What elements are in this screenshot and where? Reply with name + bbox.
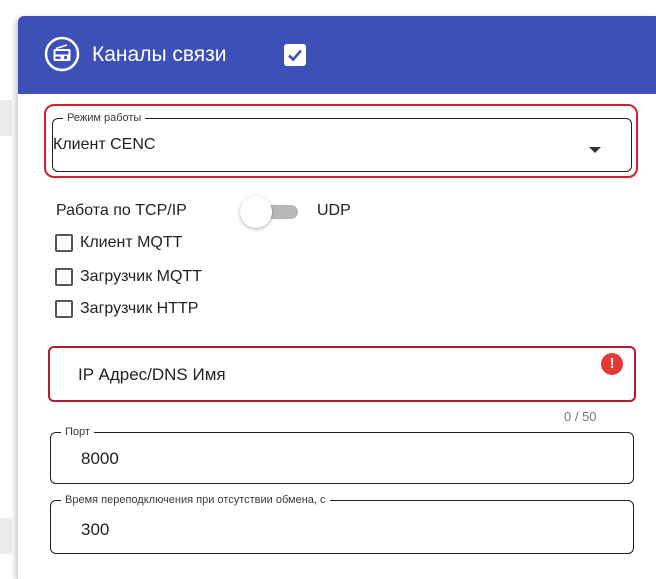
option-label-mqtt-loader: Загрузчик MQTT bbox=[80, 268, 202, 285]
port-value: 8000 bbox=[81, 449, 119, 468]
radio-icon bbox=[44, 36, 80, 72]
checkbox-http-loader[interactable] bbox=[55, 300, 73, 318]
mode-select[interactable]: Режим работы Клиент CENC bbox=[52, 111, 632, 172]
check-icon bbox=[288, 49, 302, 62]
card-title: Каналы связи bbox=[92, 43, 227, 66]
settings-screen: Каналы связи Режим работы Клиент CENC Ра… bbox=[0, 0, 656, 579]
port-legend: Порт bbox=[61, 425, 94, 439]
udp-label: UDP bbox=[317, 202, 351, 219]
transport-toggle-knob[interactable] bbox=[240, 196, 272, 228]
background-strip bbox=[0, 518, 12, 554]
address-input[interactable]: IP Адрес/DNS Имя ! bbox=[48, 346, 636, 402]
chevron-down-icon[interactable] bbox=[589, 147, 601, 153]
mode-value: Клиент CENC bbox=[53, 136, 156, 153]
checkbox-mqtt-loader[interactable] bbox=[55, 268, 73, 286]
card-header: Каналы связи bbox=[18, 16, 656, 94]
port-field[interactable]: Порт 8000 bbox=[50, 425, 634, 484]
tcp-label: Работа по TCP/IP bbox=[56, 202, 187, 219]
error-icon: ! bbox=[601, 353, 623, 375]
mode-legend: Режим работы bbox=[63, 111, 146, 125]
option-label-http-loader: Загрузчик HTTP bbox=[80, 300, 199, 317]
checkbox-mqtt-client[interactable] bbox=[55, 234, 73, 252]
reconnect-value: 300 bbox=[81, 520, 110, 539]
address-placeholder: IP Адрес/DNS Имя bbox=[78, 365, 226, 384]
address-char-counter: 0 / 50 bbox=[564, 409, 597, 424]
reconnect-legend: Время переподключения при отсутствии обм… bbox=[61, 493, 330, 507]
background-strip bbox=[0, 100, 12, 136]
reconnect-time-field[interactable]: Время переподключения при отсутствии обм… bbox=[50, 493, 634, 554]
channels-enabled-checkbox[interactable] bbox=[284, 44, 306, 66]
option-label-mqtt-client: Клиент MQTT bbox=[80, 234, 183, 251]
